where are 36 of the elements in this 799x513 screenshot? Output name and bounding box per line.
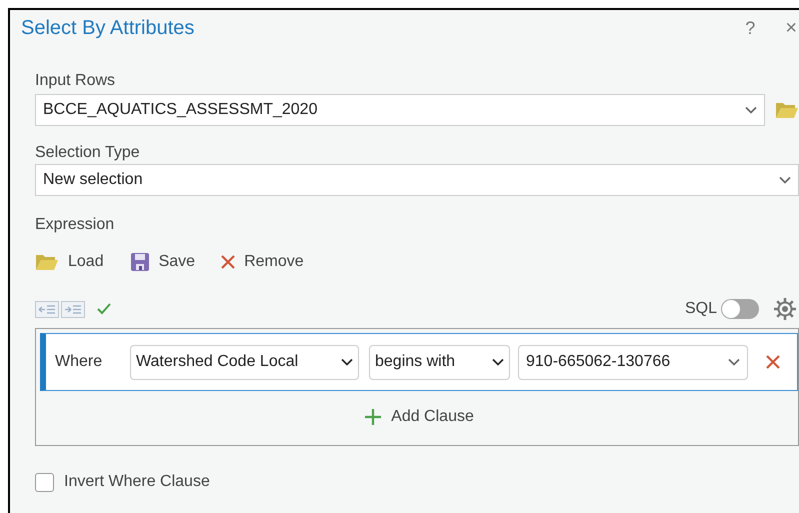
save-expression-button[interactable]: Save [130,250,196,274]
where-label: Where [55,352,104,372]
sql-toggle[interactable] [721,299,759,319]
input-rows-label: Input Rows [35,71,116,91]
chevron-down-icon [341,358,353,366]
folder-icon [35,252,59,272]
operator-dropdown[interactable]: begins with [369,344,510,380]
expression-label: Expression [35,215,116,235]
check-icon[interactable] [96,302,112,316]
chevron-down-icon [728,358,740,366]
load-expression-button[interactable]: Load [35,250,104,274]
add-clause-button[interactable]: Add Clause [364,405,474,429]
clause-row[interactable]: Where Watershed Code Local begins with 910-665062-130766 [40,333,798,391]
selection-type-dropdown[interactable]: New selection [35,164,799,196]
field-dropdown[interactable]: Watershed Code Local [130,344,359,380]
plus-icon [364,408,382,426]
folder-icon [775,100,799,120]
invert-checkbox[interactable] [35,472,54,492]
outdent-icon[interactable] [35,300,59,318]
close-x-icon [766,355,780,369]
settings-icon[interactable] [773,297,797,321]
chevron-down-icon [745,106,757,114]
remove-x-icon [221,255,236,269]
remove-expression-button[interactable]: Remove [221,250,304,274]
help-button[interactable]: ? [741,14,760,42]
sql-label: SQL [684,299,717,319]
input-rows-dropdown[interactable]: BCCE_AQUATICS_ASSESSMT_2020 [35,94,765,126]
selection-type-label: Selection Type [35,143,141,163]
indent-icon[interactable] [61,300,85,318]
window-title: Select By Attributes [21,16,194,41]
chevron-down-icon [779,176,791,184]
value-dropdown[interactable]: 910-665062-130766 [518,344,748,380]
close-button[interactable]: × [783,13,799,43]
remove-clause-button[interactable] [764,353,782,371]
chevron-down-icon [492,358,504,366]
invert-label: Invert Where Clause [64,472,210,492]
